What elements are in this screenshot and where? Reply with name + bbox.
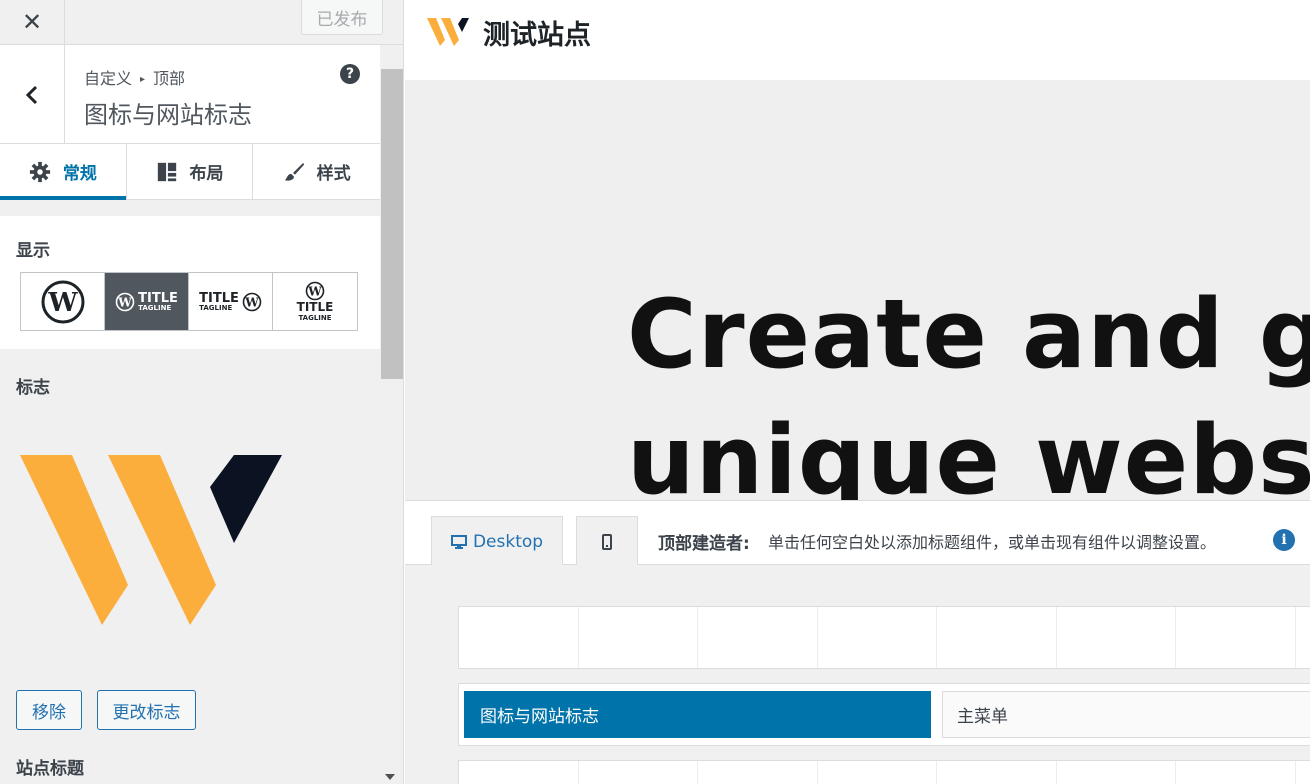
wordpress-icon: W [242,292,262,311]
grid-cell[interactable] [459,607,579,668]
logo-label: 标志 [16,378,50,398]
display-section: 显示 W W TITLE TAGLINE TITLE TAGLINE W W T… [0,216,380,349]
customizer-panel: ✕ 已发布 自定义 ▸ 顶部 图标与网站标志 ? 常规 布局 样式 显示 W W… [0,0,404,784]
breadcrumb: 自定义 ▸ 顶部 [84,65,185,89]
grid-cell[interactable] [459,761,579,784]
tab-general-label: 常规 [62,164,97,184]
scrollbar-thumb[interactable] [381,69,403,379]
change-logo-button[interactable]: 更改标志 [97,690,196,730]
component-primary-menu[interactable]: 主菜单 [942,691,1310,738]
scroll-down-arrow-icon[interactable] [385,774,395,780]
logo-preview-image [20,455,282,625]
back-button[interactable] [0,45,65,144]
builder-grid [459,761,1310,784]
layout-option-logo-only[interactable]: W [21,273,105,330]
hero-section: Create and gro unique website [405,80,1310,501]
grid-cell[interactable] [579,761,698,784]
site-name[interactable]: 测试站点 [483,13,591,52]
grid-cell[interactable] [1176,761,1296,784]
breadcrumb-separator: ▸ [140,74,146,85]
display-label: 显示 [16,241,50,261]
layout-option-logo-title-tagline[interactable]: W TITLE TAGLINE [105,273,189,330]
site-preview: 测试站点 Create and gro unique website Deskt… [405,0,1310,784]
tab-mobile[interactable] [576,516,638,566]
title-sample: TITLE [199,290,239,306]
tagline-sample: TAGLINE [298,313,332,322]
tagline-sample: TAGLINE [138,303,172,312]
hero-heading-line-2: unique website [627,406,1310,501]
svg-text:W: W [117,295,132,309]
breadcrumb-root: 自定义 [84,69,133,88]
header-builder-bar: Desktop 顶部建造者: 单击任何空白处以添加标题组件，或单击现有组件以调整… [405,500,1310,567]
builder-row-top[interactable] [458,606,1310,669]
publish-button[interactable]: 已发布 [301,0,383,35]
tab-style-label: 样式 [316,164,351,184]
grid-cell[interactable] [698,607,818,668]
section-title: 图标与网站标志 [84,101,252,129]
help-icon[interactable]: ? [340,64,360,84]
wordpress-icon: W [305,282,325,301]
tab-layout[interactable]: 布局 [127,144,254,199]
wordpress-icon: W [41,280,84,323]
title-sample: TITLE [138,290,178,306]
panel-scroll-area: 自定义 ▸ 顶部 图标与网站标志 ? 常规 布局 样式 显示 W W TITLE… [0,45,380,784]
header-layout-options: W W TITLE TAGLINE TITLE TAGLINE W W TITL… [20,272,358,331]
layout-icon [157,162,176,181]
tab-general[interactable]: 常规 [0,144,127,200]
svg-text:W: W [307,285,322,299]
grid-cell[interactable] [818,607,937,668]
svg-text:W: W [47,288,78,318]
tagline-sample: TAGLINE [199,303,233,312]
builder-grid [459,607,1310,668]
wordpress-icon: W [115,292,135,311]
customizer-topbar: ✕ 已发布 [0,0,403,45]
header-builder-title: 顶部建造者: [658,534,750,554]
grid-cell[interactable] [937,607,1057,668]
header-builder-area: 图标与网站标志 主菜单 [405,565,1310,784]
chevron-left-icon [25,85,38,104]
grid-cell[interactable] [579,607,698,668]
layout-option-title-tagline-logo[interactable]: TITLE TAGLINE W [189,273,273,330]
layout-option-logo-above-title[interactable]: W TITLE TAGLINE [273,273,357,330]
close-icon: ✕ [21,8,43,36]
logo-section: 标志 移除 更改标志 站点标题 [0,349,380,784]
builder-row-main: 图标与网站标志 主菜单 [458,683,1310,746]
grid-cell[interactable] [818,761,937,784]
grid-cell[interactable] [698,761,818,784]
gear-icon [29,161,50,182]
title-sample: TITLE [296,300,334,315]
builder-row-bottom[interactable] [458,760,1310,784]
tab-desktop[interactable]: Desktop [431,516,563,567]
hero-heading-line-1: Create and gro [627,280,1310,390]
site-logo[interactable] [427,16,469,46]
title-tagline-text: TITLE TAGLINE [138,292,178,312]
header-builder-description: 单击任何空白处以添加标题组件，或单击现有组件以调整设置。 [768,533,1217,552]
section-tabs: 常规 布局 样式 [0,144,380,200]
close-button[interactable]: ✕ [0,0,65,44]
tab-desktop-label: Desktop [472,532,544,552]
site-title-label: 站点标题 [16,759,84,779]
remove-logo-button[interactable]: 移除 [16,690,82,730]
mobile-icon [602,533,612,550]
section-header: 自定义 ▸ 顶部 图标与网站标志 ? [0,45,380,144]
breadcrumb-current: 顶部 [153,69,186,88]
brush-icon [284,162,304,181]
desktop-icon [450,535,467,549]
component-logo-site-identity[interactable]: 图标与网站标志 [464,691,931,738]
grid-cell[interactable] [937,761,1057,784]
grid-cell[interactable] [1057,761,1176,784]
info-icon[interactable]: i [1273,529,1295,551]
grid-cell[interactable] [1057,607,1176,668]
grid-cell[interactable] [1176,607,1296,668]
svg-text:W: W [244,295,259,309]
site-header: 测试站点 [405,0,1310,80]
tab-layout-label: 布局 [189,164,224,184]
tab-style[interactable]: 样式 [253,144,380,199]
panel-scrollbar[interactable] [380,45,403,784]
title-tagline-text: TITLE TAGLINE [199,292,239,312]
